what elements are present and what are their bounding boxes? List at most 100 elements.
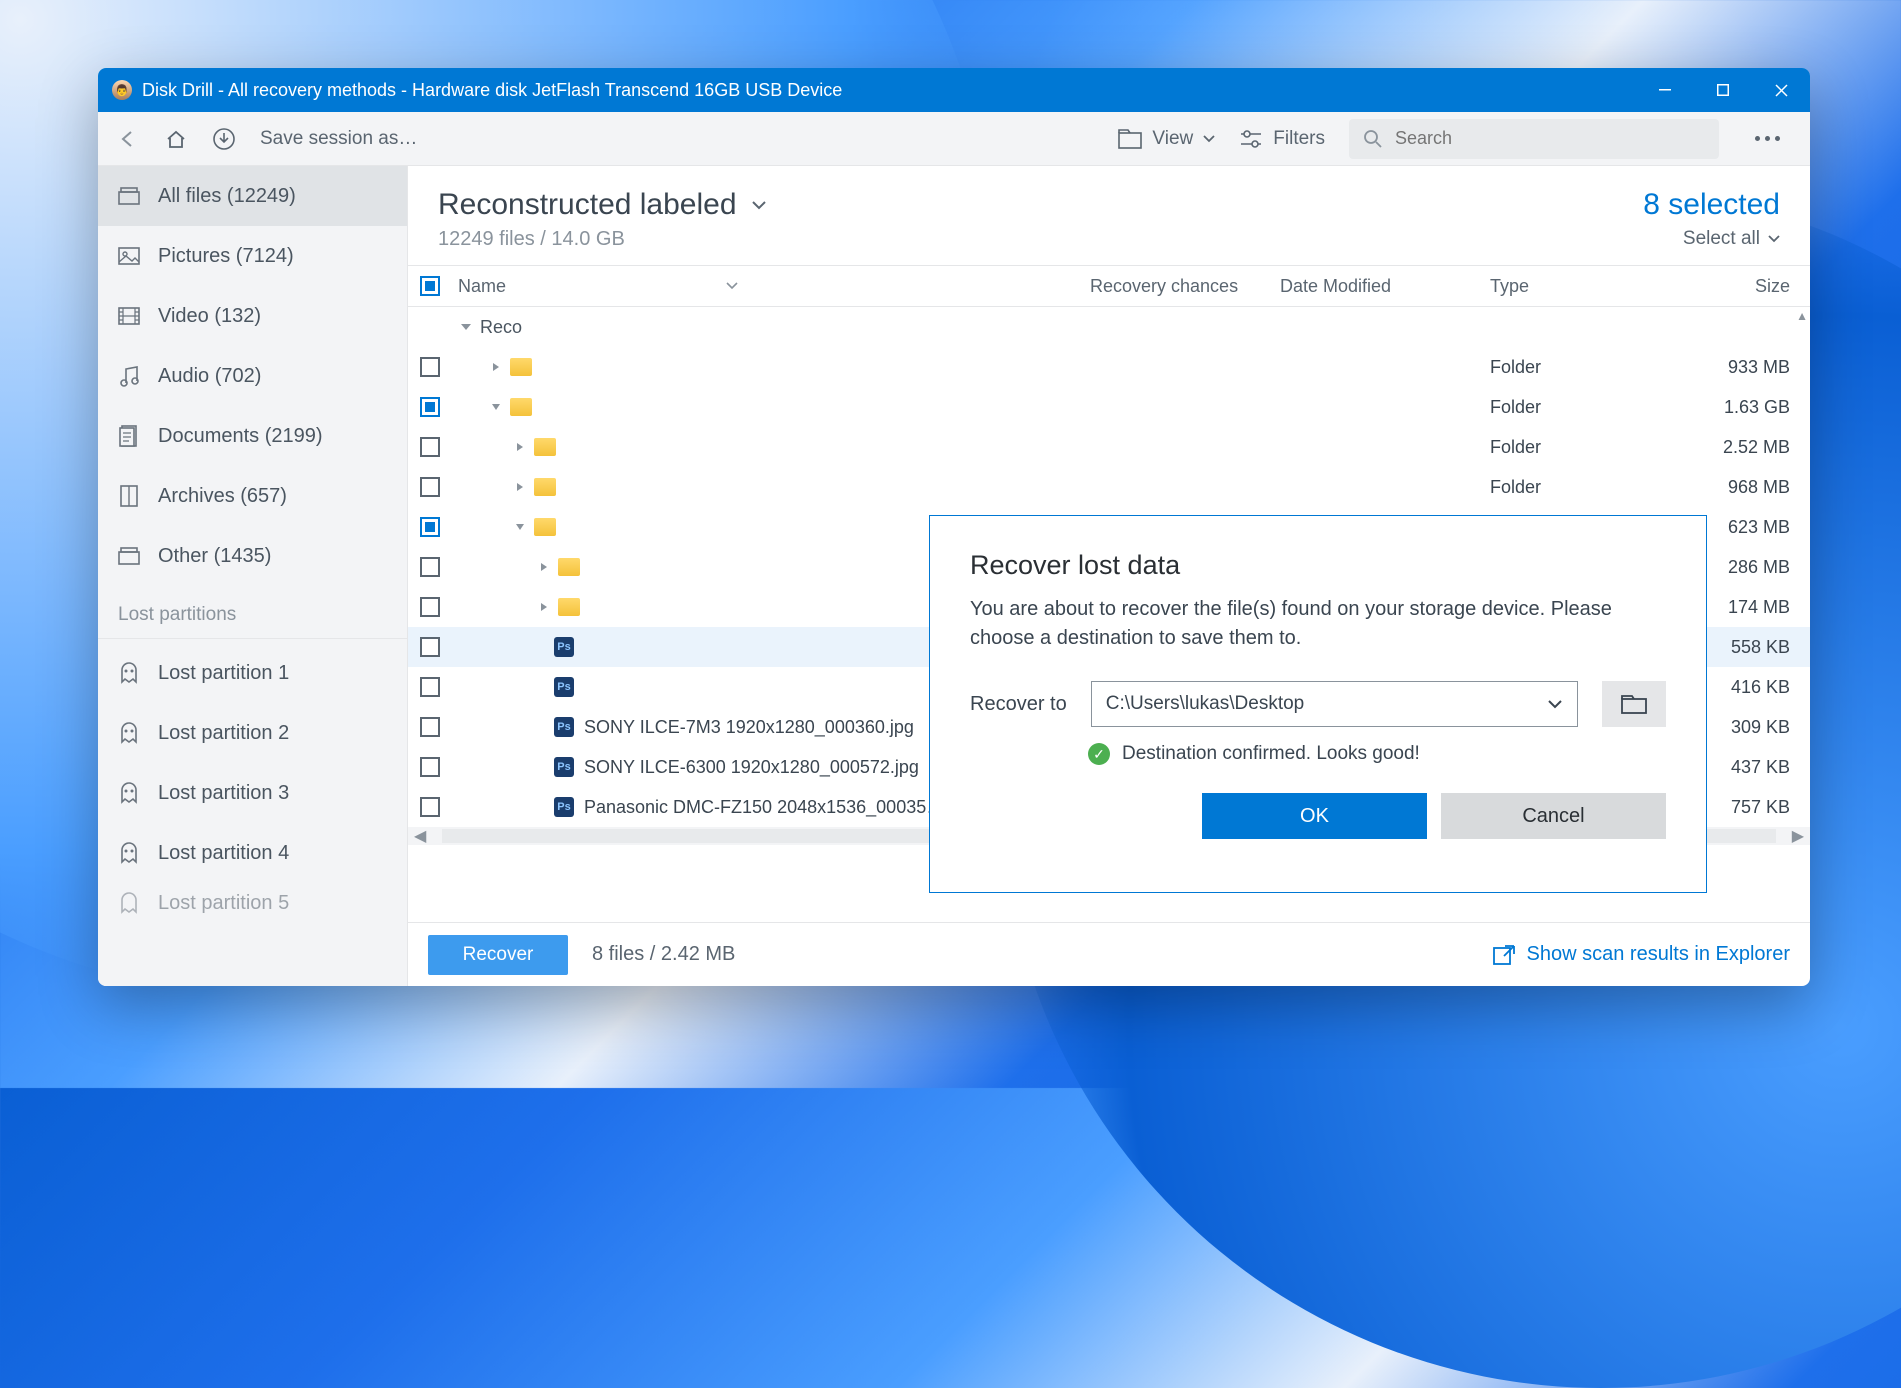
row-checkbox[interactable] — [420, 757, 440, 777]
footer: Recover 8 files / 2.42 MB Show scan resu… — [408, 922, 1810, 986]
chevron-down-icon — [1547, 699, 1563, 709]
sidebar-item-label: Other (1435) — [158, 545, 271, 568]
browse-button[interactable] — [1602, 681, 1666, 727]
more-button[interactable] — [1743, 136, 1792, 141]
selected-count: 8 selected — [1643, 188, 1780, 222]
column-size[interactable]: Size — [1660, 276, 1810, 297]
maximize-button[interactable] — [1694, 68, 1752, 112]
chevron-right-icon[interactable] — [506, 441, 534, 453]
folder-icon — [558, 558, 580, 576]
row-checkbox[interactable] — [420, 397, 440, 417]
jpeg-icon: Ps — [554, 717, 574, 737]
jpeg-icon: Ps — [554, 757, 574, 777]
close-button[interactable] — [1752, 68, 1810, 112]
sidebar-item-label: Documents (2199) — [158, 425, 323, 448]
chevron-down-icon[interactable] — [482, 402, 510, 412]
column-type[interactable]: Type — [1490, 276, 1660, 297]
sidebar-item-pictures[interactable]: Pictures (7124) — [98, 226, 407, 286]
chevron-right-icon[interactable] — [506, 481, 534, 493]
row-checkbox[interactable] — [420, 637, 440, 657]
column-name[interactable]: Name — [452, 276, 1090, 297]
search-box[interactable] — [1349, 119, 1719, 159]
image-icon — [118, 245, 140, 267]
sidebar-item-label: Video (132) — [158, 305, 261, 328]
row-checkbox[interactable] — [420, 437, 440, 457]
sidebar-item-all-files[interactable]: All files (12249) — [98, 166, 407, 226]
download-icon — [212, 127, 236, 151]
row-checkbox[interactable] — [420, 517, 440, 537]
row-checkbox[interactable] — [420, 477, 440, 497]
table-row[interactable]: Folder2.52 MB — [408, 427, 1810, 467]
sidebar-item-documents[interactable]: Documents (2199) — [98, 406, 407, 466]
maximize-icon — [1717, 84, 1729, 96]
table-header: Name Recovery chances Date Modified Type… — [408, 265, 1810, 307]
row-checkbox[interactable] — [420, 717, 440, 737]
chevron-down-icon — [751, 200, 767, 210]
sidebar-item-lost-partition-2[interactable]: Lost partition 2 — [98, 703, 407, 763]
table-row[interactable]: Folder968 MB — [408, 467, 1810, 507]
show-in-explorer-link[interactable]: Show scan results in Explorer — [1493, 943, 1790, 966]
chevron-down-icon[interactable] — [506, 522, 534, 532]
view-dropdown[interactable]: View — [1118, 128, 1215, 150]
jpeg-icon: Ps — [554, 637, 574, 657]
sidebar-item-other[interactable]: Other (1435) — [98, 526, 407, 586]
recover-to-label: Recover to — [970, 693, 1067, 716]
row-checkbox[interactable] — [420, 357, 440, 377]
sidebar-item-video[interactable]: Video (132) — [98, 286, 407, 346]
row-checkbox[interactable] — [420, 797, 440, 817]
destination-select[interactable]: C:\Users\lukas\Desktop — [1091, 681, 1578, 727]
folder-icon — [510, 358, 532, 376]
ghost-icon — [118, 662, 140, 684]
chevron-right-icon[interactable] — [530, 601, 558, 613]
sidebar-item-lost-partition-4[interactable]: Lost partition 4 — [98, 823, 407, 883]
table-row[interactable]: Folder933 MB — [408, 347, 1810, 387]
row-checkbox[interactable] — [420, 597, 440, 617]
sidebar-item-audio[interactable]: Audio (702) — [98, 346, 407, 406]
sidebar-item-lost-partition-3[interactable]: Lost partition 3 — [98, 763, 407, 823]
minimize-button[interactable] — [1636, 68, 1694, 112]
folder-icon — [1118, 129, 1142, 149]
back-button[interactable] — [116, 127, 140, 151]
external-link-icon — [1493, 945, 1515, 965]
column-date[interactable]: Date Modified — [1280, 276, 1490, 297]
dialog-body: You are about to recover the file(s) fou… — [970, 595, 1666, 653]
sidebar-item-lost-partition-1[interactable]: Lost partition 1 — [98, 643, 407, 703]
jpeg-icon: Ps — [554, 677, 574, 697]
chevron-right-icon[interactable] — [530, 561, 558, 573]
chevron-down-icon — [1203, 135, 1215, 143]
save-button[interactable] — [212, 127, 236, 151]
recover-button[interactable]: Recover — [428, 935, 568, 975]
app-icon: 👨 — [112, 80, 132, 100]
ok-button[interactable]: OK — [1202, 793, 1427, 839]
arrow-left-icon — [117, 128, 139, 150]
results-subtitle: 12249 files / 14.0 GB — [438, 228, 1643, 251]
scroll-up-icon[interactable]: ▲ — [1796, 309, 1808, 323]
sliders-icon — [1239, 129, 1263, 149]
sidebar-item-label: Lost partition 5 — [158, 892, 289, 915]
row-checkbox[interactable] — [420, 557, 440, 577]
cancel-button[interactable]: Cancel — [1441, 793, 1666, 839]
select-all-checkbox[interactable] — [420, 276, 440, 296]
sidebar-item-label: All files (12249) — [158, 185, 296, 208]
results-title-dropdown[interactable]: Reconstructed labeled — [438, 188, 1643, 222]
select-all-dropdown[interactable]: Select all — [1643, 228, 1780, 250]
main-panel: Reconstructed labeled 12249 files / 14.0… — [408, 166, 1810, 986]
search-icon — [1363, 129, 1383, 149]
column-chances[interactable]: Recovery chances — [1090, 276, 1280, 297]
filters-button[interactable]: Filters — [1239, 128, 1325, 150]
lost-partitions-heading: Lost partitions — [98, 586, 407, 634]
sidebar-item-lost-partition-5[interactable]: Lost partition 5 — [98, 883, 407, 923]
file-name: SONY ILCE-7M3 1920x1280_000360.jpg — [584, 717, 914, 738]
home-icon — [164, 127, 188, 151]
folder-icon — [534, 478, 556, 496]
file-name: SONY ILCE-6300 1920x1280_000572.jpg — [584, 757, 919, 778]
chevron-right-icon[interactable] — [482, 361, 510, 373]
sidebar-item-archives[interactable]: Archives (657) — [98, 466, 407, 526]
table-row[interactable]: Folder1.63 GB — [408, 387, 1810, 427]
search-input[interactable] — [1395, 128, 1705, 149]
home-button[interactable] — [164, 127, 188, 151]
group-row[interactable]: Reco — [408, 307, 1810, 347]
save-session-label[interactable]: Save session as… — [260, 128, 417, 150]
row-checkbox[interactable] — [420, 677, 440, 697]
sidebar-item-label: Audio (702) — [158, 365, 261, 388]
